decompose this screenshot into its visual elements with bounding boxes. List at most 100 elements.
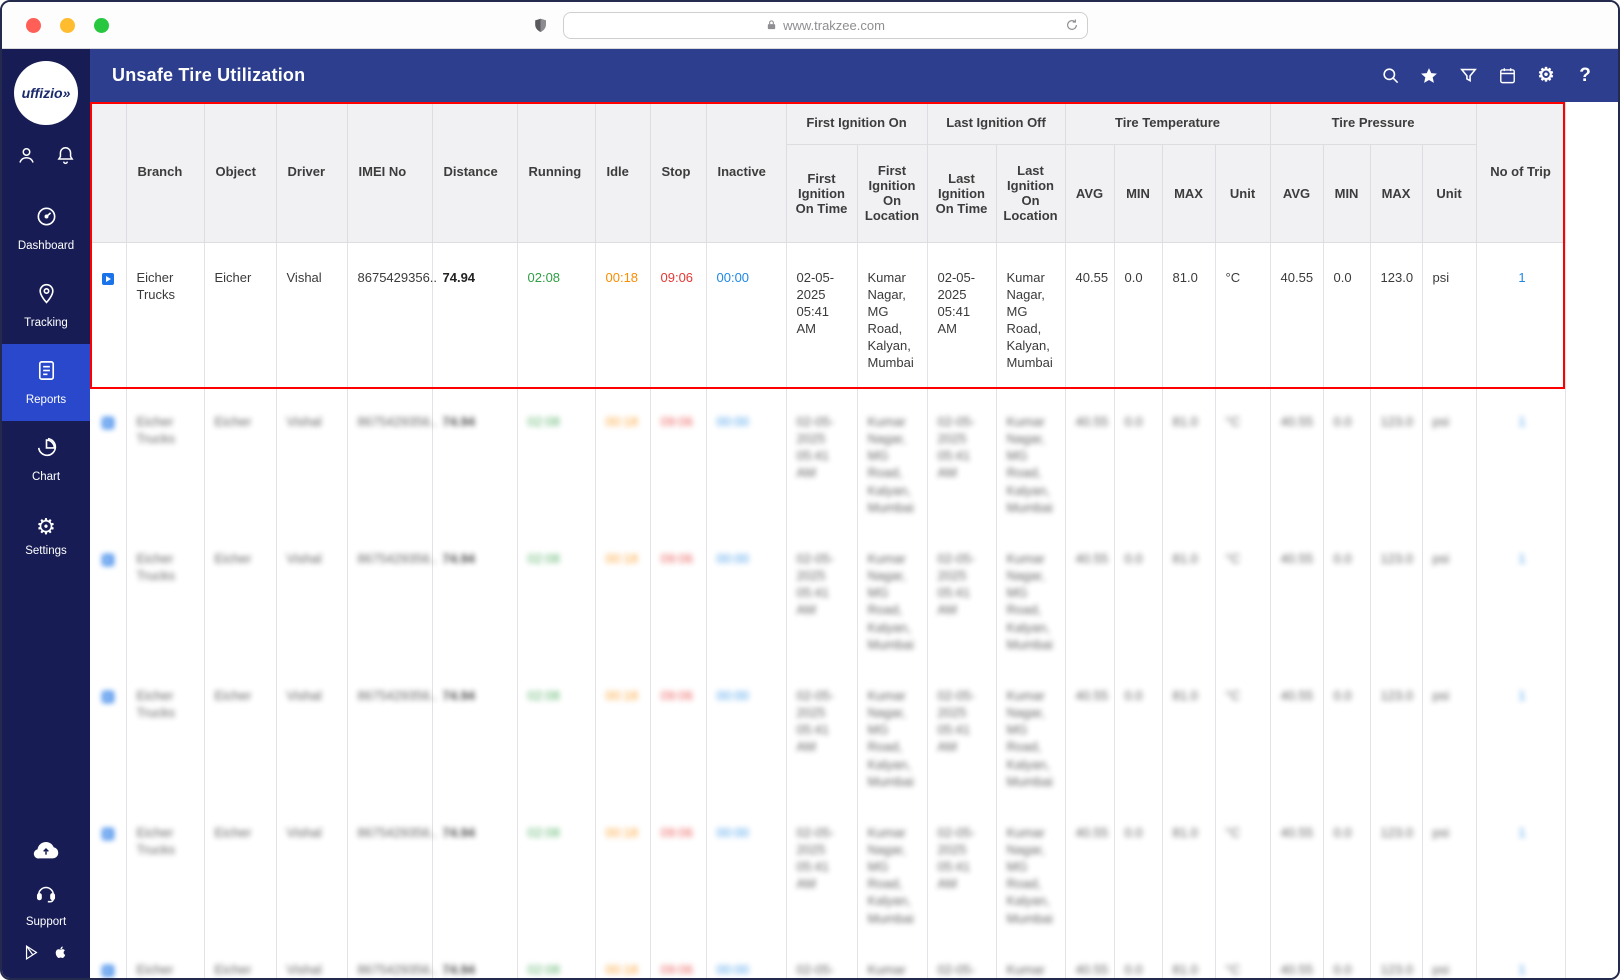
- cloud-upload-icon[interactable]: [31, 838, 61, 860]
- sidebar-item-label: Dashboard: [17, 240, 75, 252]
- cell-last-ignition-on-location: Kumar Nagar, MG Road, Kalyan, Mumbai: [996, 934, 1066, 978]
- minimize-button[interactable]: [60, 17, 75, 33]
- cell-no-of-trip[interactable]: 1: [1476, 523, 1566, 661]
- cell-imei: 8675429356..: [347, 660, 437, 798]
- sidebar-item-chart[interactable]: Chart: [2, 421, 90, 498]
- cell-tire-temp-unit: °C: [1215, 797, 1271, 935]
- cell-object: Eicher: [204, 660, 277, 798]
- cell-branch: Eicher Trucks: [126, 797, 205, 935]
- column-group-header: Last Ignition Off: [927, 102, 1066, 145]
- privacy-shield-icon[interactable]: [532, 17, 549, 34]
- cell-tire-pressure-unit: psi: [1422, 660, 1477, 798]
- cell-running: 02:08: [517, 242, 596, 387]
- vehicle-locate-icon[interactable]: [101, 964, 114, 977]
- cell-distance: 74.94: [432, 242, 518, 387]
- cell-tire-pressure-min: 0.0: [1323, 523, 1371, 661]
- vehicle-locate-icon[interactable]: [101, 553, 114, 566]
- vehicle-locate-icon[interactable]: [101, 690, 114, 703]
- vehicle-locate-icon[interactable]: [101, 272, 114, 285]
- cell-driver: Vishal: [276, 797, 348, 935]
- vehicle-locate-icon[interactable]: [101, 827, 114, 840]
- cell-tire-temp-min: 0.0: [1114, 242, 1163, 387]
- cell-last-ignition-on-time: 02-05-2025 05:41 AM: [927, 934, 997, 978]
- calendar-icon[interactable]: [1496, 65, 1518, 87]
- cell-inactive: 00:00: [706, 934, 787, 978]
- user-icon[interactable]: [16, 145, 37, 166]
- cell-first-ignition-on-location: Kumar Nagar, MG Road, Kalyan, Mumbai: [857, 934, 928, 978]
- cell-tire-temp-avg: 40.55: [1065, 660, 1115, 798]
- cell-no-of-trip[interactable]: 1: [1476, 934, 1566, 978]
- zoom-button[interactable]: [94, 17, 109, 33]
- cell-stop: 09:06: [650, 797, 707, 935]
- column-header: Idle: [595, 102, 651, 243]
- column-header: No of Trip: [1476, 102, 1566, 243]
- cell-tire-pressure-avg: 40.55: [1270, 934, 1324, 978]
- cell-idle: 00:18: [595, 797, 651, 935]
- cell-tire-pressure-avg: 40.55: [1270, 797, 1324, 935]
- column-subheader: Last Ignition On Time: [927, 144, 997, 243]
- rewards-star-icon[interactable]: [1418, 65, 1440, 87]
- sidebar-item-tracking[interactable]: Tracking: [2, 267, 90, 344]
- gear-icon[interactable]: ⚙: [1535, 65, 1557, 87]
- cell-tire-temp-min: 0.0: [1114, 934, 1163, 978]
- sidebar-item-support[interactable]: Support: [26, 882, 66, 928]
- refresh-icon[interactable]: [1065, 18, 1079, 32]
- cell-distance: 74.94: [432, 797, 518, 935]
- cell-tire-pressure-unit: psi: [1422, 797, 1477, 935]
- vehicle-locate-icon[interactable]: [101, 417, 114, 429]
- column-subheader: AVG: [1270, 144, 1324, 243]
- sidebar-item-dashboard[interactable]: Dashboard: [2, 190, 90, 267]
- browser-window: www.trakzee.com uffizio» Dashboard Track…: [0, 0, 1620, 980]
- cell-tire-pressure-max: 123.0: [1370, 387, 1423, 524]
- cell-first-ignition-on-time: 02-05-2025 05:41 AM: [786, 387, 858, 524]
- cell-no-of-trip[interactable]: 1: [1476, 660, 1566, 798]
- cell-tire-pressure-unit: psi: [1422, 387, 1477, 524]
- cell-idle: 00:18: [595, 660, 651, 798]
- cell-idle: 00:18: [595, 523, 651, 661]
- cell-stop: 09:06: [650, 523, 707, 661]
- column-header: Inactive: [706, 102, 787, 243]
- cell-inactive: 00:00: [706, 523, 787, 661]
- cell-no-of-trip[interactable]: 1: [1476, 387, 1566, 524]
- support-label: Support: [25, 916, 67, 928]
- cell-first-ignition-on-time: 02-05-2025 05:41 AM: [786, 242, 858, 387]
- cell-branch: Eicher Trucks: [126, 660, 205, 798]
- cell-first-ignition-on-location: Kumar Nagar, MG Road, Kalyan, Mumbai: [857, 660, 928, 798]
- cell-branch: Eicher Trucks: [126, 387, 205, 524]
- brand-logo[interactable]: uffizio»: [14, 61, 78, 125]
- google-play-icon[interactable]: [23, 943, 40, 962]
- column-subheader: MIN: [1323, 144, 1371, 243]
- cell-tire-temp-avg: 40.55: [1065, 387, 1115, 524]
- cell-tire-pressure-avg: 40.55: [1270, 242, 1324, 387]
- table-row: Eicher TrucksEicherVishal8675429356..74.…: [90, 523, 1566, 661]
- column-header: Running: [517, 102, 596, 243]
- cell-imei: 8675429356..: [347, 242, 437, 387]
- cell-branch: Eicher Trucks: [126, 523, 205, 661]
- cell-first-ignition-on-location: Kumar Nagar, MG Road, Kalyan, Mumbai: [857, 523, 928, 661]
- address-bar[interactable]: www.trakzee.com: [563, 11, 1088, 39]
- sidebar-item-label: Chart: [31, 471, 61, 483]
- cell-inactive: 00:00: [706, 387, 787, 524]
- cell-idle: 00:18: [595, 387, 651, 524]
- cell-stop: 09:06: [650, 660, 707, 798]
- cell-branch: Eicher Trucks: [126, 934, 205, 978]
- cell-running: 02:08: [517, 797, 596, 935]
- cell-no-of-trip[interactable]: 1: [1476, 242, 1566, 387]
- sidebar-item-label: Settings: [25, 545, 67, 557]
- search-icon[interactable]: [1379, 65, 1401, 87]
- cell-distance: 74.94: [432, 523, 518, 661]
- column-subheader: AVG: [1065, 144, 1115, 243]
- apple-icon[interactable]: [52, 942, 69, 962]
- close-button[interactable]: [26, 17, 41, 33]
- notifications-bell-icon[interactable]: [55, 145, 76, 166]
- sidebar-item-label: Reports: [25, 394, 67, 406]
- sidebar: uffizio» Dashboard Tracking Reports Char…: [2, 49, 90, 978]
- table-head: Branch Object Driver IMEI No Distance Running…: [90, 102, 1566, 243]
- sidebar-item-reports[interactable]: Reports: [2, 344, 90, 421]
- sidebar-item-settings[interactable]: ⚙ Settings: [2, 498, 90, 575]
- help-icon[interactable]: ?: [1574, 65, 1596, 87]
- table-row: Eicher TrucksEicherVishal8675429356..74.…: [90, 797, 1566, 935]
- filter-icon[interactable]: [1457, 65, 1479, 87]
- cell-no-of-trip[interactable]: 1: [1476, 797, 1566, 935]
- column-header: Driver: [276, 102, 348, 243]
